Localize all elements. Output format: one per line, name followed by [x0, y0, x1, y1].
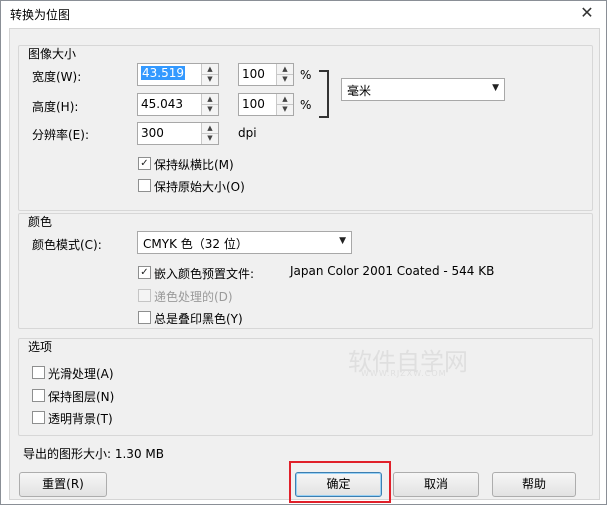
transparent-bg-label[interactable]: 透明背景(T) — [48, 410, 113, 427]
width-stepper-buttons[interactable]: ▲ ▼ — [201, 64, 218, 85]
width-percent-value[interactable]: 100 — [242, 67, 265, 81]
keep-layers-label[interactable]: 保持图层(N) — [48, 388, 114, 405]
width-percent-unit: % — [300, 68, 312, 82]
image-size-group-title: 图像大小 — [28, 47, 77, 61]
keep-ratio-checkbox[interactable]: ✓ — [138, 157, 151, 170]
height-percent-stepper[interactable]: 100 ▲ ▼ — [238, 93, 294, 116]
overprint-black-label[interactable]: 总是叠印黑色(Y) — [154, 310, 243, 327]
color-mode-value: CMYK 色（32 位） — [143, 237, 248, 251]
export-size-text: 导出的图形大小: 1.30 MB — [23, 447, 164, 461]
spin-down-icon[interactable]: ▼ — [277, 104, 293, 114]
width-label: 宽度(W): — [32, 70, 82, 84]
spin-down-icon[interactable]: ▼ — [277, 74, 293, 84]
color-mode-label: 颜色模式(C): — [32, 238, 102, 252]
color-mode-select[interactable]: CMYK 色（32 位） ▼ — [137, 231, 352, 254]
width-percent-stepper[interactable]: 100 ▲ ▼ — [238, 63, 294, 86]
width-stepper[interactable]: 43.519 ▲ ▼ — [137, 63, 219, 86]
image-size-group: 图像大小 宽度(W): 43.519 ▲ ▼ 100 ▲ ▼ % 高度(H): … — [18, 45, 593, 211]
dialog-title: 转换为位图 — [10, 8, 71, 22]
dialog-body: 图像大小 宽度(W): 43.519 ▲ ▼ 100 ▲ ▼ % 高度(H): … — [9, 28, 600, 500]
color-group-title: 颜色 — [28, 215, 53, 229]
spin-down-icon[interactable]: ▼ — [202, 104, 218, 114]
spin-down-icon[interactable]: ▼ — [202, 133, 218, 143]
keep-original-size-checkbox[interactable] — [138, 179, 151, 192]
height-value[interactable]: 45.043 — [141, 97, 183, 111]
embed-profile-checkbox[interactable]: ✓ — [138, 266, 151, 279]
embed-profile-label[interactable]: 嵌入颜色预置文件: — [154, 265, 254, 282]
chevron-down-icon: ▼ — [492, 83, 499, 93]
keep-ratio-label[interactable]: 保持纵横比(M) — [154, 156, 234, 173]
height-stepper-buttons[interactable]: ▲ ▼ — [201, 94, 218, 115]
resolution-value[interactable]: 300 — [141, 126, 164, 140]
resolution-stepper-buttons[interactable]: ▲ ▼ — [201, 123, 218, 144]
resolution-label: 分辨率(E): — [32, 128, 89, 142]
dither-checkbox — [138, 289, 151, 302]
height-percent-value[interactable]: 100 — [242, 97, 265, 111]
convert-to-bitmap-dialog: 转换为位图 ✕ 图像大小 宽度(W): 43.519 ▲ ▼ 100 ▲ ▼ %… — [0, 0, 607, 505]
height-percent-unit: % — [300, 98, 312, 112]
watermark-url: WWW.RJZXW.COM — [361, 369, 447, 378]
keep-layers-checkbox[interactable] — [32, 389, 45, 402]
spin-down-icon[interactable]: ▼ — [202, 74, 218, 84]
ok-highlight-box — [289, 461, 391, 503]
options-group-title: 选项 — [28, 340, 53, 354]
antialias-checkbox[interactable] — [32, 366, 45, 379]
unit-select-value: 毫米 — [347, 84, 372, 98]
cancel-button[interactable]: 取消 — [393, 472, 479, 497]
height-stepper[interactable]: 45.043 ▲ ▼ — [137, 93, 219, 116]
transparent-bg-checkbox[interactable] — [32, 411, 45, 424]
link-bracket — [319, 70, 329, 118]
help-button[interactable]: 帮助 — [492, 472, 576, 497]
height-percent-stepper-buttons[interactable]: ▲ ▼ — [276, 94, 293, 115]
profile-info: Japan Color 2001 Coated - 544 KB — [290, 264, 495, 278]
reset-button[interactable]: 重置(R) — [19, 472, 107, 497]
resolution-unit: dpi — [238, 126, 257, 140]
dither-label: 递色处理的(D) — [154, 290, 233, 304]
color-group: 颜色 颜色模式(C): CMYK 色（32 位） ▼ ✓ 嵌入颜色预置文件: J… — [18, 213, 593, 329]
antialias-label[interactable]: 光滑处理(A) — [48, 365, 114, 382]
width-percent-stepper-buttons[interactable]: ▲ ▼ — [276, 64, 293, 85]
chevron-down-icon: ▼ — [339, 236, 346, 246]
height-label: 高度(H): — [32, 100, 79, 114]
unit-select[interactable]: 毫米 ▼ — [341, 78, 505, 101]
overprint-black-checkbox[interactable] — [138, 311, 151, 324]
width-value[interactable]: 43.519 — [141, 66, 185, 80]
keep-original-size-label[interactable]: 保持原始大小(O) — [154, 178, 245, 195]
resolution-stepper[interactable]: 300 ▲ ▼ — [137, 122, 219, 145]
close-icon[interactable]: ✕ — [578, 4, 596, 22]
title-bar[interactable]: 转换为位图 ✕ — [1, 1, 606, 27]
options-group: 选项 软件自学网 WWW.RJZXW.COM 光滑处理(A) 保持图层(N) 透… — [18, 338, 593, 436]
